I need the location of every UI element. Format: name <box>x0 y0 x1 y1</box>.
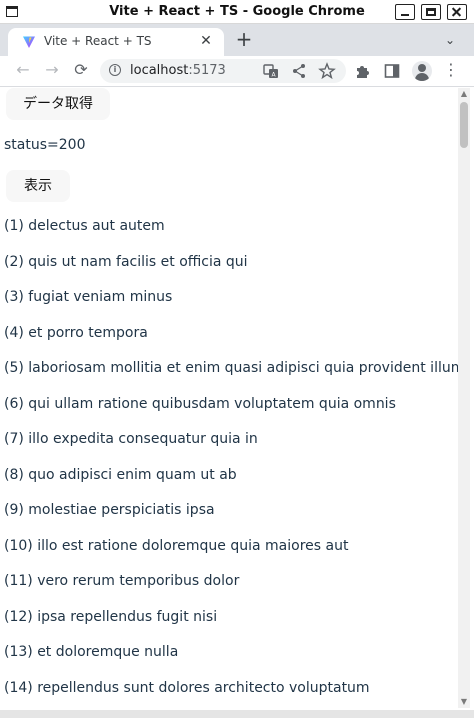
list-item: (11) vero rerum temporibus dolor <box>4 573 240 589</box>
side-panel-icon[interactable] <box>383 62 401 80</box>
tab-close-icon[interactable]: ✕ <box>198 32 214 50</box>
forward-icon[interactable]: → <box>41 60 63 82</box>
list-item: (9) molestiae perspiciatis ipsa <box>4 502 215 518</box>
site-info-icon[interactable]: i <box>109 64 121 76</box>
translate-icon[interactable]: A <box>262 62 280 80</box>
scroll-down-arrow-icon[interactable]: ▼ <box>458 696 470 708</box>
extensions-puzzle-icon[interactable] <box>354 62 372 80</box>
tab-strip: Vite + React + TS ✕ + ⌄ <box>0 24 474 56</box>
vertical-scrollbar[interactable]: ▲ ▼ <box>458 88 470 708</box>
tab-search-icon[interactable]: ⌄ <box>440 30 460 50</box>
share-icon[interactable] <box>290 62 308 80</box>
url-text: localhost:5173 <box>130 63 226 78</box>
browser-toolbar: ← → ⟳ i localhost:5173 A ⋮ <box>0 56 474 87</box>
list-item: (7) illo expedita consequatur quia in <box>4 431 258 447</box>
list-item: (1) delectus aut autem <box>4 218 165 234</box>
list-item: (4) et porro tempora <box>4 324 148 341</box>
vite-logo-icon <box>23 36 35 48</box>
scroll-up-arrow-icon[interactable]: ▲ <box>458 88 470 100</box>
list-item: (3) fugiat veniam minus <box>4 289 173 305</box>
reload-icon[interactable]: ⟳ <box>70 60 92 82</box>
scrollbar-thumb[interactable] <box>460 102 468 148</box>
fetch-data-button[interactable]: データ取得 <box>6 88 110 120</box>
new-tab-button[interactable]: + <box>232 28 256 52</box>
chrome-menu-icon[interactable]: ⋮ <box>440 60 462 82</box>
list-item: (2) quis ut nam facilis et officia qui <box>4 253 248 270</box>
list-item: (8) quo adipisci enim quam ut ab <box>4 466 237 483</box>
tab-vite-react-ts[interactable]: Vite + React + TS ✕ <box>8 28 224 56</box>
address-bar[interactable]: i localhost:5173 A <box>100 59 346 83</box>
todo-list: (1) delectus aut autem (2) quis ut nam f… <box>4 218 464 715</box>
list-item: (6) qui ullam ratione quibusdam voluptat… <box>4 395 396 412</box>
tab-title: Vite + React + TS <box>44 34 152 48</box>
window-titlebar: Vite + React + TS - Google Chrome <box>0 0 474 24</box>
bookmark-star-icon[interactable] <box>318 62 336 80</box>
list-item: (13) et doloremque nulla <box>4 644 179 660</box>
show-button[interactable]: 表示 <box>6 170 70 202</box>
minimize-button[interactable] <box>395 4 415 20</box>
back-icon[interactable]: ← <box>12 60 34 82</box>
window-bottom-edge <box>0 710 474 718</box>
status-text: status=200 <box>4 137 86 153</box>
list-item: (10) illo est ratione doloremque quia ma… <box>4 537 349 554</box>
close-window-button[interactable] <box>447 4 467 20</box>
page-viewport: データ取得 status=200 表示 (1) delectus aut aut… <box>0 87 474 718</box>
list-item: (12) ipsa repellendus fugit nisi <box>4 608 218 625</box>
maximize-button[interactable] <box>421 4 441 20</box>
profile-avatar-icon[interactable] <box>412 61 432 81</box>
list-item: (5) laboriosam mollitia et enim quasi ad… <box>4 360 465 376</box>
